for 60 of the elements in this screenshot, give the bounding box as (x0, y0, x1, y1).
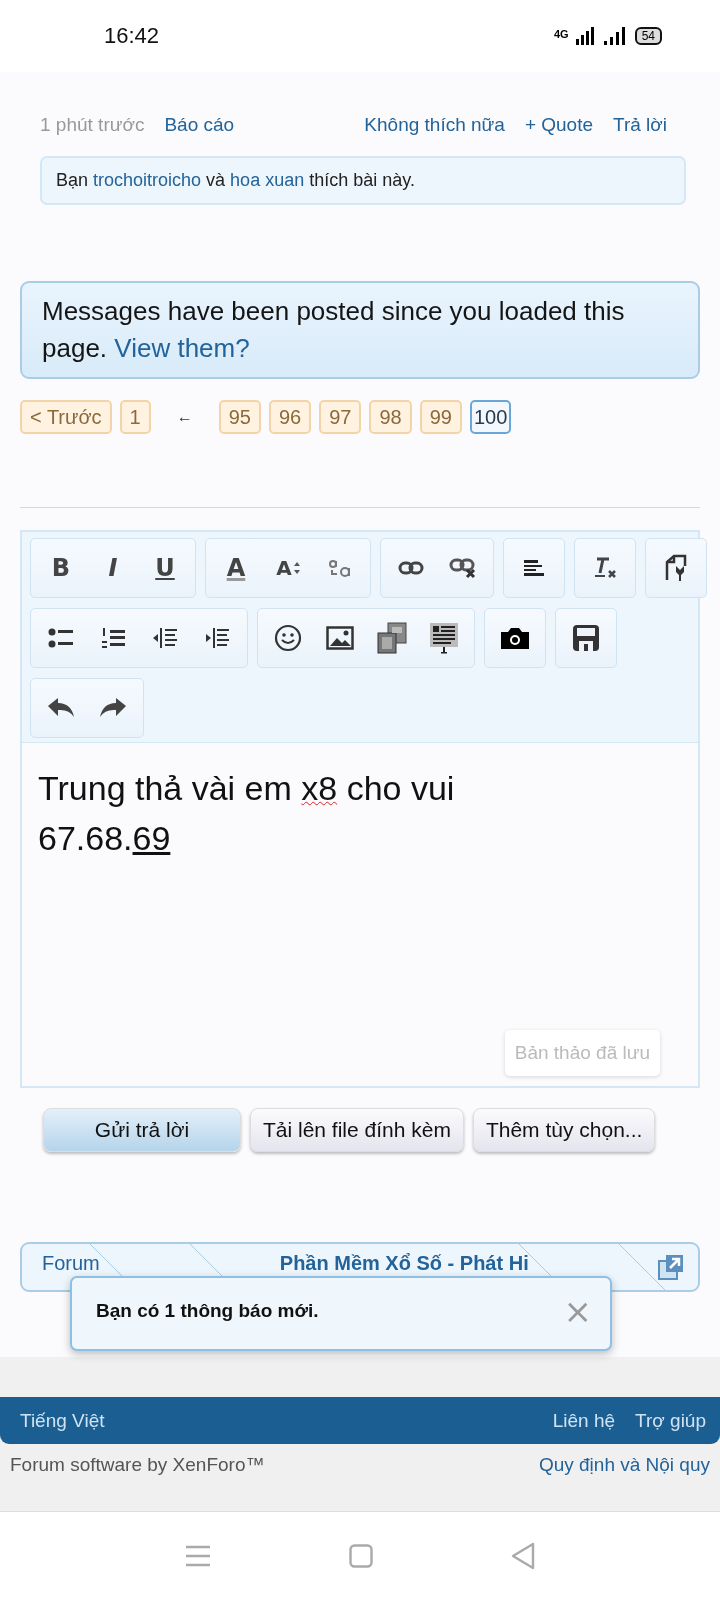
smiley-icon (274, 624, 302, 652)
page-button[interactable]: 98 (369, 400, 412, 434)
clock: 16:42 (104, 23, 160, 49)
submit-reply-button[interactable]: Gửi trả lời (43, 1108, 241, 1152)
footer-link[interactable]: Liên hệ (552, 1409, 616, 1432)
numbered-list-icon (100, 627, 126, 649)
underline-button[interactable]: U (139, 539, 191, 597)
rules-link[interactable]: Quy định và Nội quy (538, 1454, 710, 1476)
film-icon (376, 622, 408, 654)
signal-icon (574, 26, 597, 46)
page-button[interactable]: < Trước (20, 400, 112, 434)
unlink-icon (449, 557, 477, 579)
page-button[interactable]: 96 (268, 400, 312, 434)
battery-indicator: 54 (634, 27, 662, 45)
page-button[interactable]: 95 (218, 400, 261, 434)
page-skip-arrow: ← (176, 408, 193, 426)
resize-arrows-icon (293, 562, 300, 574)
link-icon (398, 560, 424, 576)
post-action-link[interactable]: + Quote (524, 114, 593, 136)
text-block-icon (429, 622, 459, 654)
post-action-link[interactable]: Trả lời (613, 114, 667, 136)
message-text: Trung thả vài em x8 cho vui 67.68.69 (38, 768, 456, 859)
indent-icon (204, 626, 230, 650)
notification-text: Bạn có 1 thông báo mới. (96, 1299, 319, 1322)
camera-icon (500, 626, 530, 650)
view-messages-link[interactable]: View them? (114, 333, 250, 363)
report-link[interactable]: Báo cáo (164, 114, 235, 136)
breadcrumb-link[interactable]: Forum (22, 1252, 100, 1274)
save-icon (572, 624, 600, 652)
form-button[interactable]: Thêm tùy chọn... (472, 1108, 656, 1152)
undo-icon (47, 697, 75, 719)
font-size-button[interactable]: A (262, 539, 314, 597)
page-button[interactable]: 1 (119, 400, 151, 434)
bullet-list-icon (48, 627, 74, 649)
likes-text: Bạn trochoitroicho và hoa xuan thích bài này. (56, 170, 416, 191)
post-action-link[interactable]: Không thích nữa (364, 114, 505, 136)
outdent-icon (152, 626, 178, 650)
footer-link[interactable]: Trợ giúp (635, 1409, 706, 1432)
credit-text: Forum software by XenForo™ (10, 1454, 265, 1476)
notice-text: Messages have been posted since you loaded this page. View them? (42, 295, 626, 365)
user-link[interactable]: hoa xuan (230, 170, 305, 190)
bold-button[interactable]: B (35, 539, 87, 597)
italic-button[interactable]: I (87, 539, 139, 597)
language-link[interactable]: Tiếng Việt (20, 1409, 105, 1432)
redo-icon (99, 697, 127, 719)
page-button[interactable]: 99 (419, 400, 462, 434)
image-icon (326, 626, 354, 650)
align-left-icon (524, 559, 544, 577)
network-type-label: 4G (553, 28, 569, 40)
page-button[interactable]: 100 (469, 400, 512, 434)
text-color-button[interactable]: A (210, 539, 262, 597)
page-button[interactable]: 97 (319, 400, 362, 434)
post-time: 1 phút trước (40, 114, 145, 136)
external-link-icon[interactable] (658, 1254, 684, 1280)
page-wrench-icon (664, 554, 688, 582)
breadcrumb-link[interactable]: Phần Mềm Xổ Số - Phát Hi (259, 1252, 529, 1274)
form-button[interactable]: Tải lên file đính kèm (250, 1108, 464, 1152)
clear-format-icon (592, 556, 618, 580)
draft-saved-badge: Bản thảo đã lưu (504, 1030, 660, 1076)
user-link[interactable]: trochoitroicho (93, 170, 202, 190)
